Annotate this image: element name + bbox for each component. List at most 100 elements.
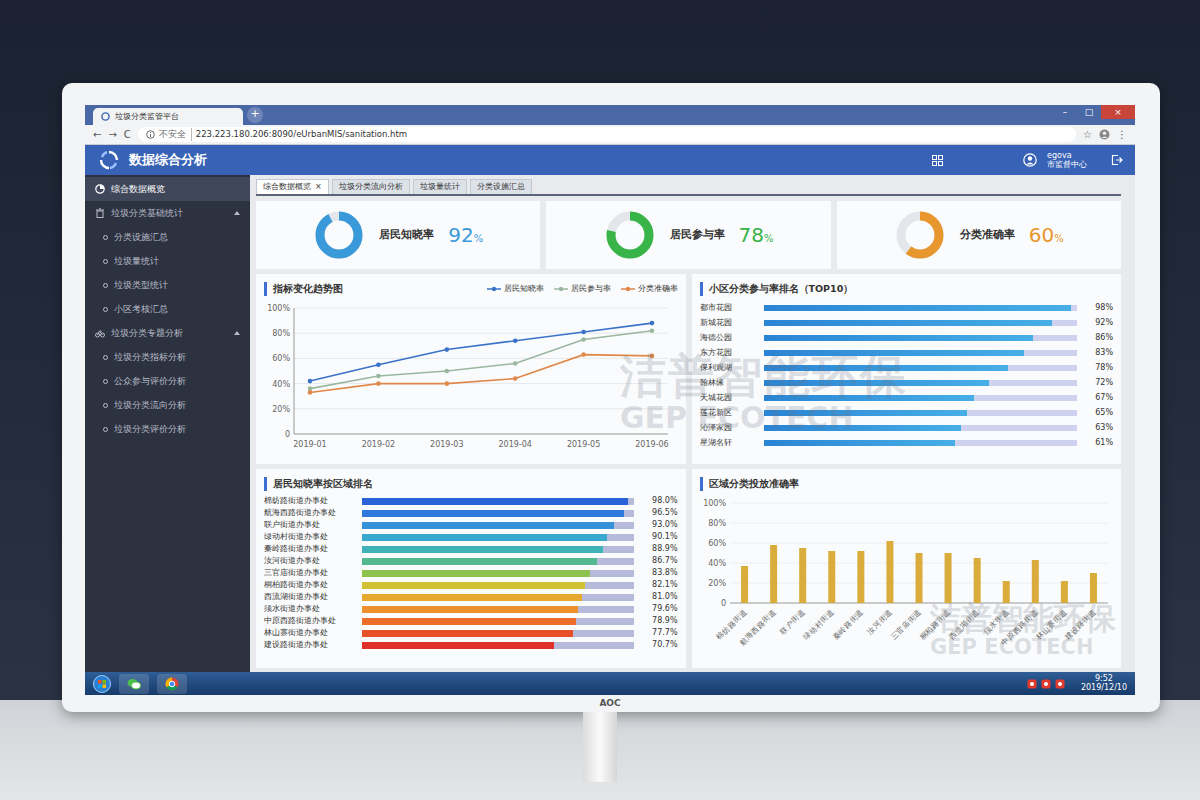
district-row: 林山寨街道办事处77.7%	[264, 627, 678, 639]
sidebar-item[interactable]: 综合数据概览	[85, 177, 250, 201]
kpi-card: 分类准确率60%	[837, 201, 1121, 269]
taskbar-app[interactable]	[157, 674, 187, 694]
window-control-button[interactable]: ×	[1101, 105, 1135, 119]
page-tab[interactable]: 垃圾分类流向分析	[332, 179, 410, 194]
data-point[interactable]	[445, 369, 450, 374]
legend-item[interactable]: 居民知晓率	[487, 283, 544, 295]
tray-app-icon[interactable]	[1055, 679, 1065, 689]
sidebar-item[interactable]: 分类设施汇总	[85, 225, 250, 249]
tab-close-button[interactable]: ×	[315, 181, 322, 193]
accuracy-bar[interactable]	[799, 548, 806, 603]
accuracy-bar[interactable]	[944, 553, 951, 603]
data-point[interactable]	[376, 362, 381, 367]
sidebar-item-label: 垃圾分类指标分析	[114, 351, 186, 364]
data-point[interactable]	[650, 354, 655, 359]
kpi-label: 居民参与率	[670, 227, 725, 244]
bullet-icon	[103, 235, 108, 240]
data-point[interactable]	[308, 379, 313, 384]
logout-icon[interactable]	[1111, 154, 1123, 166]
expand-caret-icon[interactable]	[234, 211, 240, 215]
data-point[interactable]	[513, 376, 518, 381]
start-orb-icon[interactable]	[93, 675, 111, 693]
data-point[interactable]	[376, 381, 381, 386]
address-field[interactable]: 不安全223.223.180.206:8090/eUrbanMIS/sanita…	[138, 127, 1076, 142]
window-control-button[interactable]: –	[1053, 105, 1077, 119]
legend-line-icon	[554, 285, 568, 293]
legend-item[interactable]: 居民参与率	[554, 283, 611, 295]
x-tick-label: 2019-03	[430, 440, 463, 449]
browser-menu-button[interactable]: ⋮	[1117, 130, 1127, 140]
sidebar-item[interactable]: 垃圾量统计	[85, 249, 250, 273]
page-tab[interactable]: 分类设施汇总	[470, 179, 532, 194]
data-point[interactable]	[308, 390, 313, 395]
window-control-button[interactable]: □	[1077, 105, 1101, 119]
rank-name: 沁泽家园	[700, 422, 760, 434]
accuracy-bar[interactable]	[857, 551, 864, 603]
sidebar-group[interactable]: 垃圾分类基础统计	[85, 201, 250, 225]
kpi-unit: %	[1054, 233, 1064, 244]
y-tick-label: 40%	[708, 559, 726, 568]
profile-icon[interactable]	[1099, 129, 1110, 140]
nav-button[interactable]: C	[124, 130, 131, 140]
accuracy-bar[interactable]	[828, 551, 835, 603]
accuracy-bar[interactable]	[1060, 581, 1067, 603]
expand-caret-icon[interactable]	[234, 331, 240, 335]
accuracy-bar[interactable]	[1089, 573, 1096, 603]
page-tab[interactable]: 垃圾量统计	[413, 179, 467, 194]
y-tick-label: 0	[285, 430, 290, 439]
bullet-icon	[103, 403, 108, 408]
sidebar-item[interactable]: 垃圾分类评价分析	[85, 417, 250, 441]
grid-icon[interactable]	[932, 155, 943, 166]
nav-button[interactable]: →	[108, 130, 116, 140]
x-tick-label: 2019-02	[362, 440, 395, 449]
page-tab[interactable]: 综合数据概览×	[256, 179, 329, 194]
series-line	[310, 331, 652, 389]
y-tick-label: 60%	[708, 539, 726, 548]
browser-tab[interactable]: 垃圾分类监管平台	[93, 108, 243, 125]
accuracy-bar[interactable]	[741, 566, 748, 603]
nav-button[interactable]: ←	[93, 130, 101, 140]
tray-app-icon[interactable]	[1041, 679, 1051, 689]
accuracy-bar[interactable]	[770, 545, 777, 603]
accuracy-bar[interactable]	[915, 553, 922, 603]
kpi-value: 78%	[739, 220, 774, 250]
sidebar-item[interactable]: 垃圾类型统计	[85, 273, 250, 297]
data-point[interactable]	[650, 328, 655, 333]
data-point[interactable]	[376, 374, 381, 379]
sidebar-group[interactable]: 垃圾分类专题分析	[85, 321, 250, 345]
bookmark-button[interactable]: ☆	[1083, 130, 1092, 140]
district-bar-fill	[362, 618, 576, 625]
user-info[interactable]: egova市监督中心	[1047, 151, 1087, 169]
rank-name: 保利观湖	[700, 362, 760, 374]
data-point[interactable]	[445, 347, 450, 352]
rank-name: 海德公园	[700, 332, 760, 344]
data-point[interactable]	[581, 337, 586, 342]
accuracy-bar[interactable]	[1002, 581, 1009, 603]
data-point[interactable]	[581, 352, 586, 357]
new-tab-button[interactable]: +	[247, 107, 263, 123]
sidebar-item[interactable]: 垃圾分类流向分析	[85, 393, 250, 417]
sidebar-item[interactable]: 公众参与评价分析	[85, 369, 250, 393]
user-avatar-icon[interactable]	[1023, 153, 1037, 167]
accuracy-bar[interactable]	[973, 558, 980, 603]
data-point[interactable]	[445, 381, 450, 386]
district-bar-fill	[362, 498, 628, 505]
taskbar-app[interactable]	[119, 674, 149, 694]
legend-item[interactable]: 分类准确率	[621, 283, 678, 295]
rank-value: 98%	[1081, 302, 1113, 314]
data-point[interactable]	[650, 321, 655, 326]
sidebar-item[interactable]: 垃圾分类指标分析	[85, 345, 250, 369]
accuracy-bar[interactable]	[1031, 560, 1038, 603]
data-point[interactable]	[513, 361, 518, 366]
accuracy-bar[interactable]	[886, 541, 893, 603]
data-point[interactable]	[581, 330, 586, 335]
rank-value: 78%	[1081, 362, 1113, 374]
tray-app-icon[interactable]	[1027, 679, 1037, 689]
sidebar-item[interactable]: 小区考核汇总	[85, 297, 250, 321]
data-point[interactable]	[513, 338, 518, 343]
rank-name: 新城花园	[700, 317, 760, 329]
rank-value: 67%	[1081, 392, 1113, 404]
district-value: 81.0%	[638, 591, 678, 603]
panel-title: 小区分类参与率排名（TOP10）	[700, 282, 854, 296]
clock[interactable]: 9:522019/12/10	[1081, 675, 1127, 693]
